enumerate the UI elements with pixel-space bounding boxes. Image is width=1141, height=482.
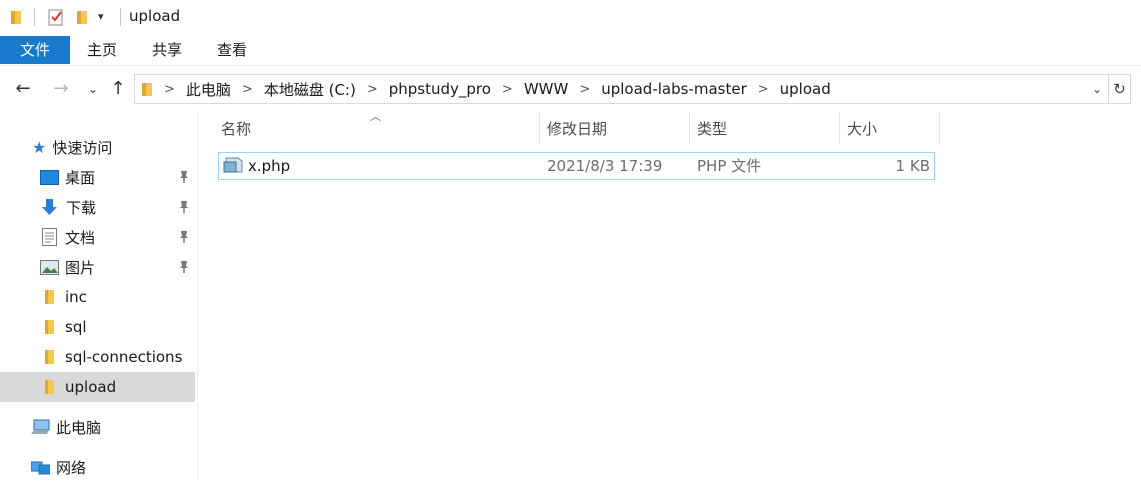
navigation-pane: ★ 快速访问 桌面 下载 文档 图片 inc sql sql-connectio…: [0, 112, 198, 480]
column-divider[interactable]: [839, 112, 840, 144]
column-divider[interactable]: [539, 112, 540, 144]
ribbon: 文件 主页 共享 查看: [0, 36, 1141, 66]
sidebar-item-sql[interactable]: sql: [0, 312, 195, 342]
breadcrumb-separator[interactable]: >: [164, 82, 175, 97]
tab-file[interactable]: 文件: [0, 36, 70, 64]
pin-icon[interactable]: [178, 200, 190, 214]
computer-icon: [31, 419, 50, 434]
recent-locations-button[interactable]: ⌄: [82, 78, 104, 100]
refresh-button[interactable]: ↻: [1109, 74, 1131, 104]
navigation-bar: ← → ⌄ ↑ > 此电脑 > 本地磁盘 (C:) > phpstudy_pro…: [0, 70, 1141, 108]
sidebar-item-downloads[interactable]: 下载: [0, 192, 195, 222]
toolbar-divider: [34, 8, 35, 26]
sidebar-item-quick-access[interactable]: ★ 快速访问: [0, 132, 195, 162]
properties-icon[interactable]: [48, 8, 64, 26]
file-size: 1 KB: [895, 157, 930, 175]
sidebar-item-sql-connections[interactable]: sql-connections: [0, 342, 195, 372]
breadcrumb-this-pc[interactable]: 此电脑: [186, 79, 231, 100]
tab-view[interactable]: 查看: [208, 36, 256, 64]
star-icon: ★: [32, 137, 47, 157]
sidebar-item-upload[interactable]: upload: [0, 372, 195, 402]
sidebar-item-desktop[interactable]: 桌面: [0, 162, 195, 192]
breadcrumb-separator[interactable]: >: [502, 82, 513, 97]
download-arrow-icon: [42, 199, 57, 215]
customize-toolbar-icon[interactable]: ▾: [98, 10, 104, 23]
toolbar-divider: [120, 8, 121, 26]
breadcrumb-separator[interactable]: >: [758, 82, 769, 97]
file-modified: 2021/8/3 17:39: [547, 157, 663, 175]
breadcrumb-upload[interactable]: upload: [780, 80, 831, 98]
back-button[interactable]: ←: [12, 78, 34, 100]
sidebar-item-pictures[interactable]: 图片: [0, 252, 195, 282]
breadcrumb-phpstudy[interactable]: phpstudy_pro: [389, 80, 491, 98]
column-header-type[interactable]: 类型: [697, 112, 837, 146]
php-file-icon: [223, 157, 243, 173]
network-icon: [31, 461, 50, 475]
breadcrumb-www[interactable]: WWW: [524, 80, 569, 98]
column-header-name[interactable]: 名称: [221, 112, 537, 146]
breadcrumb-local-disk[interactable]: 本地磁盘 (C:): [264, 79, 356, 100]
pin-icon[interactable]: [178, 170, 190, 184]
document-icon: [42, 228, 57, 246]
folder-icon: [45, 290, 54, 304]
tab-home[interactable]: 主页: [78, 36, 126, 64]
pin-icon[interactable]: [178, 230, 190, 244]
new-folder-icon[interactable]: [76, 9, 88, 25]
folder-icon: [45, 350, 54, 364]
file-row[interactable]: x.php 2021/8/3 17:39 PHP 文件 1 KB: [218, 152, 935, 180]
pin-icon[interactable]: [178, 260, 190, 274]
tab-share[interactable]: 共享: [143, 36, 191, 64]
folder-icon[interactable]: [10, 9, 22, 25]
breadcrumb-upload-labs[interactable]: upload-labs-master: [601, 80, 747, 98]
sidebar-item-documents[interactable]: 文档: [0, 222, 195, 252]
desktop-icon: [40, 169, 59, 185]
file-name[interactable]: x.php: [248, 153, 290, 179]
breadcrumb-separator[interactable]: >: [579, 82, 590, 97]
folder-icon: [45, 320, 54, 334]
folder-icon: [45, 380, 54, 394]
folder-icon: [142, 83, 152, 96]
sidebar-item-network[interactable]: 网络: [0, 452, 195, 482]
file-type: PHP 文件: [697, 157, 762, 175]
sidebar-item-this-pc[interactable]: 此电脑: [0, 412, 195, 442]
forward-button[interactable]: →: [50, 78, 72, 100]
column-header-modified[interactable]: 修改日期: [547, 112, 687, 146]
picture-icon: [40, 259, 59, 275]
sidebar-item-inc[interactable]: inc: [0, 282, 195, 312]
address-bar[interactable]: > 此电脑 > 本地磁盘 (C:) > phpstudy_pro > WWW >…: [134, 74, 1109, 104]
up-button[interactable]: ↑: [107, 78, 129, 100]
column-divider[interactable]: [939, 112, 940, 144]
address-dropdown-icon[interactable]: ⌄: [1086, 75, 1108, 103]
breadcrumb-separator[interactable]: >: [367, 82, 378, 97]
column-divider[interactable]: [689, 112, 690, 144]
breadcrumb-separator[interactable]: >: [242, 82, 253, 97]
column-header-size[interactable]: 大小: [847, 112, 937, 146]
window-title: upload: [129, 7, 181, 25]
title-bar: ▾ upload: [0, 0, 1141, 36]
